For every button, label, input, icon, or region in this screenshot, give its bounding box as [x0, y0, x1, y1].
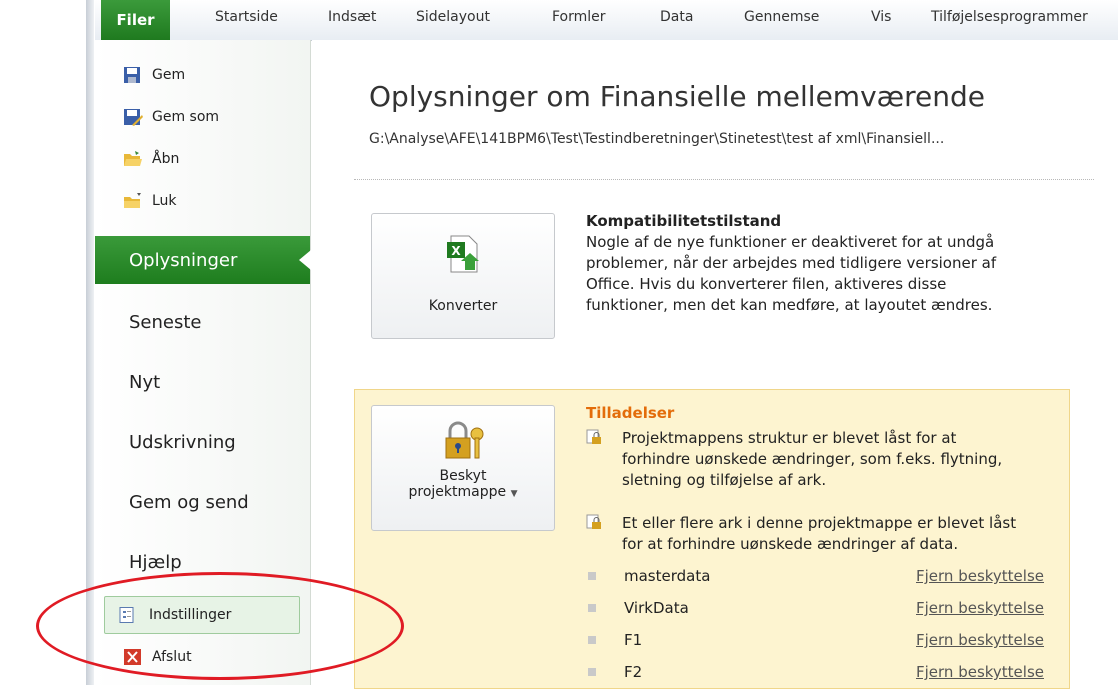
convert-icon: X: [443, 234, 483, 278]
open-folder-icon: [123, 150, 143, 168]
tab-view[interactable]: Vis: [871, 9, 891, 25]
backstage-nav: Gem Gem som Åbn Luk Oplysninger Seneste …: [95, 40, 311, 685]
tab-review[interactable]: Gennemse: [744, 9, 819, 25]
permissions-title: Tilladelser: [586, 404, 675, 422]
unprotect-link[interactable]: Fjern beskyttelse: [916, 631, 1044, 649]
compat-line-4: funktioner, men det kan medføre, at layo…: [586, 296, 993, 314]
settings-button[interactable]: Indstillinger: [104, 596, 300, 634]
unprotect-link[interactable]: Fjern beskyttelse: [916, 599, 1044, 617]
protect-workbook-button[interactable]: Beskyt projektmappe ▼: [371, 405, 555, 531]
tab-formulas[interactable]: Formler: [552, 9, 606, 25]
tab-page-layout[interactable]: Sidelayout: [416, 9, 490, 25]
save-as-command[interactable]: Gem som: [123, 108, 219, 126]
open-label: Åbn: [152, 151, 180, 167]
nav-info[interactable]: Oplysninger: [95, 236, 311, 284]
ribbon-tab-bar: Filer Startside Indsæt Sidelayout Formle…: [95, 0, 1118, 41]
nav-new-label: Nyt: [129, 371, 161, 393]
nav-info-label: Oplysninger: [129, 249, 238, 271]
active-notch: [299, 250, 311, 270]
window-left-edge: [0, 0, 95, 685]
nav-help-label: Hjælp: [129, 551, 182, 573]
sheet-name: VirkData: [624, 599, 689, 617]
sheet-row: masterdata: [588, 567, 710, 585]
permissions-note1-line1: Projektmappens struktur er blevet låst f…: [622, 429, 957, 447]
unprotect-link[interactable]: Fjern beskyttelse: [916, 567, 1044, 585]
bullet-icon: [588, 636, 596, 644]
nav-save-send-label: Gem og send: [129, 491, 249, 513]
protect-label-2: projektmappe ▼: [408, 484, 518, 500]
sheet-name: F1: [624, 631, 643, 649]
save-icon: [123, 66, 143, 84]
nav-save-send[interactable]: Gem og send: [95, 478, 310, 526]
lock-sheet-icon-1: [586, 429, 602, 449]
tab-addins[interactable]: Tilføjelsesprogrammer: [931, 9, 1088, 25]
divider: [354, 179, 1094, 180]
convert-label: Konverter: [428, 298, 498, 314]
save-label: Gem: [152, 67, 186, 83]
save-as-icon: [123, 108, 143, 126]
bullet-icon: [588, 668, 596, 676]
sheet-row: VirkData: [588, 599, 689, 617]
nav-new[interactable]: Nyt: [95, 358, 310, 406]
bullet-icon: [588, 572, 596, 580]
permissions-note2-line2: for at forhindre uønskede ændringer af d…: [622, 535, 959, 553]
tab-insert[interactable]: Indsæt: [328, 9, 376, 25]
compat-line-3: Office. Hvis du konverterer filen, aktiv…: [586, 275, 947, 293]
compat-title: Kompatibilitetstilstand: [586, 212, 782, 230]
lock-key-icon: [440, 420, 486, 466]
lock-sheet-icon-2: [586, 514, 602, 534]
convert-button[interactable]: X Konverter: [371, 213, 555, 339]
protect-label-1: Beskyt: [439, 468, 487, 484]
exit-label: Afslut: [152, 649, 192, 665]
tab-home[interactable]: Startside: [215, 9, 278, 25]
close-folder-icon: [123, 192, 143, 210]
dropdown-arrow-icon: ▼: [510, 489, 518, 499]
settings-label: Indstillinger: [149, 607, 232, 623]
tab-file[interactable]: Filer: [101, 0, 170, 40]
permissions-note1-line3: sletning og tilføjelse af ark.: [622, 471, 827, 489]
page-title: Oplysninger om Finansielle mellemværende: [369, 80, 986, 113]
bullet-icon: [588, 604, 596, 612]
close-label: Luk: [152, 193, 177, 209]
unprotect-link[interactable]: Fjern beskyttelse: [916, 663, 1044, 681]
tab-data[interactable]: Data: [660, 9, 693, 25]
open-command[interactable]: Åbn: [123, 150, 179, 168]
svg-text:X: X: [451, 244, 461, 258]
exit-command[interactable]: Afslut: [123, 648, 192, 666]
sheet-name: F2: [624, 663, 643, 681]
exit-icon: [123, 648, 143, 666]
nav-help[interactable]: Hjælp: [95, 538, 310, 586]
sheet-row: F1: [588, 631, 642, 649]
nav-print-label: Udskrivning: [129, 431, 236, 453]
save-command[interactable]: Gem: [123, 66, 185, 84]
nav-print[interactable]: Udskrivning: [95, 418, 310, 466]
settings-icon: [119, 607, 135, 623]
info-pane: Oplysninger om Finansielle mellemværende…: [312, 40, 1118, 689]
sheet-name: masterdata: [624, 567, 711, 585]
close-command[interactable]: Luk: [123, 192, 177, 210]
compat-line-1: Nogle af de nye funktioner er deaktivere…: [586, 233, 995, 251]
nav-recent-label: Seneste: [129, 311, 202, 333]
save-as-label: Gem som: [152, 109, 220, 125]
sheet-row: F2: [588, 663, 642, 681]
permissions-note2-line1: Et eller flere ark i denne projektmappe …: [622, 514, 1017, 532]
compat-line-2: problemer, når der arbejdes med tidliger…: [586, 254, 997, 272]
permissions-note1-line2: forhindre uønskede ændringer, som f.eks.…: [622, 450, 1003, 468]
file-path: G:\Analyse\AFE\141BPM6\Test\Testindberet…: [369, 131, 945, 147]
nav-recent[interactable]: Seneste: [95, 298, 310, 346]
